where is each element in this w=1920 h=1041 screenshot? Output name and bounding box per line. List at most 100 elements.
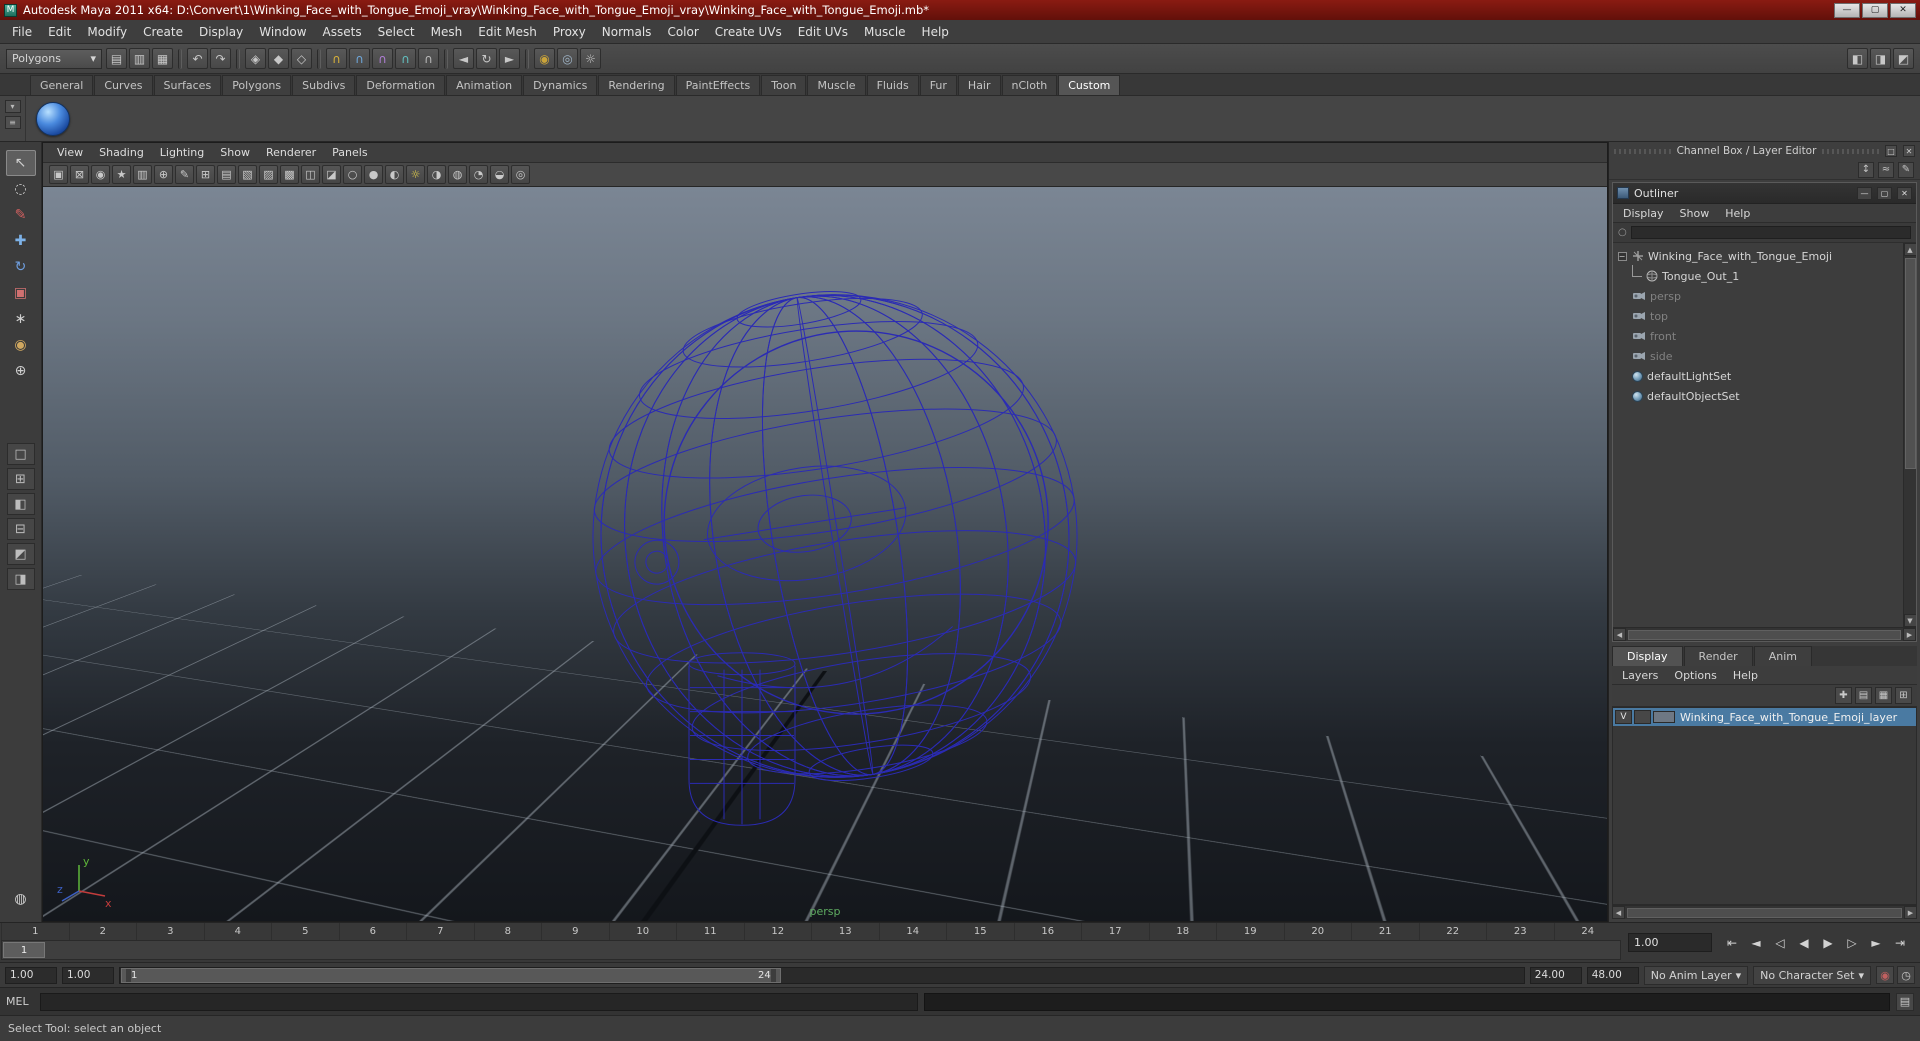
frame-tick[interactable]: 22 [1419,923,1487,940]
layer-visibility-toggle[interactable]: V [1615,710,1632,724]
hypershade-layout-button[interactable]: ◩ [7,543,35,565]
lock-camera-icon[interactable]: ⊠ [70,165,89,184]
play-forward-button[interactable]: ▶ [1818,933,1838,953]
shelf-tab[interactable]: Subdivs [292,75,355,95]
shadows-icon[interactable]: ◑ [427,165,446,184]
animation-start-field[interactable]: 1.00 [5,967,57,984]
redo-icon[interactable]: ↷ [210,48,231,69]
shelf-tab[interactable]: Custom [1058,75,1120,95]
open-scene-icon[interactable]: ▥ [129,48,150,69]
range-slider-bar[interactable]: 1 24 [121,968,781,983]
menu-item[interactable]: Create [135,21,191,43]
menu-item[interactable]: Color [659,21,706,43]
show-manipulator-tool[interactable]: ⊕ [6,358,36,384]
maximize-button[interactable]: ▢ [1862,3,1888,18]
panel-menu-item[interactable]: View [49,143,91,162]
scroll-right-icon[interactable]: ▶ [1904,906,1917,919]
minimize-button[interactable]: — [1834,3,1860,18]
menu-item[interactable]: Window [251,21,314,43]
shelf-tab[interactable]: Toon [761,75,806,95]
new-layer-assign-icon[interactable]: ⊞ [1895,687,1912,704]
frame-tick[interactable]: 15 [946,923,1014,940]
outliner-item[interactable]: defaultObjectSet [1616,386,1901,406]
layer-editor-menu-item[interactable]: Layers [1614,667,1666,684]
frame-tick[interactable]: 10 [609,923,677,940]
outliner-item[interactable]: top [1616,306,1901,326]
status-icon[interactable] [444,49,448,69]
wireframe-display-icon[interactable]: ○ [343,165,362,184]
frame-tick[interactable]: 17 [1081,923,1149,940]
persp-outliner-layout-button[interactable]: ◧ [7,493,35,515]
image-plane-icon[interactable]: ▥ [133,165,152,184]
scroll-down-icon[interactable]: ▼ [1904,614,1917,627]
shelf-tab[interactable]: Fur [920,75,957,95]
shelf-tab[interactable]: Fluids [867,75,919,95]
menu-item[interactable]: Mesh [423,21,471,43]
playback-end-field[interactable]: 24.00 [1530,967,1582,984]
animation-preferences-icon[interactable]: ◷ [1897,966,1915,984]
shaded-display-icon[interactable]: ● [364,165,383,184]
scale-tool[interactable]: ▣ [6,280,36,306]
new-scene-icon[interactable]: ▤ [106,48,127,69]
dock-icon[interactable]: □ [1885,145,1897,157]
frame-tick[interactable]: 1 [1,923,69,940]
frame-tick[interactable]: 18 [1149,923,1217,940]
scrollbar-thumb[interactable] [1905,258,1916,469]
undo-icon[interactable]: ↶ [187,48,208,69]
scroll-up-icon[interactable]: ▲ [1904,243,1917,256]
playback-start-field[interactable]: 1.00 [62,967,114,984]
title-bar[interactable]: M Autodesk Maya 2011 x64: D:\Convert\1\W… [0,0,1920,20]
frame-tick[interactable]: 13 [811,923,879,940]
shelf-menu-icon[interactable]: ≡ [5,116,21,129]
frame-tick[interactable]: 9 [541,923,609,940]
outliner-menu-item[interactable]: Help [1717,205,1758,222]
auto-keyframe-icon[interactable]: ◉ [1876,966,1894,984]
new-layer-from-selected-icon[interactable]: ▦ [1875,687,1892,704]
textured-display-icon[interactable]: ◐ [385,165,404,184]
select-hierarchy-icon[interactable]: ◈ [245,48,266,69]
select-component-icon[interactable]: ◇ [291,48,312,69]
frame-tick[interactable]: 21 [1351,923,1419,940]
safe-title-icon[interactable]: ◪ [322,165,341,184]
safe-action-icon[interactable]: ◫ [301,165,320,184]
outliner-title-bar[interactable]: Outliner — ▢ ✕ [1613,183,1916,204]
render-settings-icon[interactable]: ☼ [580,48,601,69]
single-pane-layout-button[interactable]: □ [7,443,35,465]
channel-edit-icon[interactable]: ✎ [1898,162,1914,178]
shelf-tab[interactable]: Curves [94,75,152,95]
isolate-select-icon[interactable]: ◎ [511,165,530,184]
shelf-tab[interactable]: Dynamics [523,75,597,95]
collapse-toggle[interactable]: − [1618,252,1627,261]
grid-toggle-icon[interactable]: ⊞ [196,165,215,184]
shelf-tab[interactable]: Surfaces [154,75,222,95]
panel-menu-item[interactable]: Shading [91,143,152,162]
panel-menu-item[interactable]: Show [212,143,258,162]
command-line-label[interactable]: MEL [6,995,34,1008]
shelf-tab[interactable]: nCloth [1002,75,1058,95]
shelf-tab[interactable]: Polygons [222,75,291,95]
frame-tick[interactable]: 20 [1284,923,1352,940]
frame-tick[interactable]: 24 [1554,923,1622,940]
range-slider-track[interactable]: 1 24 [119,967,1525,984]
rotate-tool[interactable]: ↻ [6,254,36,280]
paint-select-tool[interactable]: ✎ [6,202,36,228]
scrollbar-thumb[interactable] [1628,630,1901,640]
layer-horizontal-scrollbar[interactable]: ◀ ▶ [1612,905,1917,919]
drag-grip[interactable] [1822,149,1879,154]
layer-editor-menu-item[interactable]: Help [1725,667,1766,684]
shelf-tab[interactable]: General [30,75,93,95]
save-scene-icon[interactable]: ▦ [152,48,173,69]
motion-blur-icon[interactable]: ◔ [469,165,488,184]
step-back-frame-button[interactable]: ◄ [1746,933,1766,953]
scroll-left-icon[interactable]: ◀ [1613,628,1626,641]
status-icon[interactable] [236,49,240,69]
outliner-maximize-button[interactable]: ▢ [1877,187,1892,200]
outliner-item[interactable]: − Winking_Face_with_Tongue_Emoji [1616,246,1901,266]
camera-attributes-icon[interactable]: ◉ [91,165,110,184]
menu-item[interactable]: Select [370,21,423,43]
current-time-field[interactable]: 1.00 [1628,933,1712,952]
viewport[interactable]: y x z persp [43,187,1607,921]
ipr-render-icon[interactable]: ◎ [557,48,578,69]
frame-tick[interactable]: 2 [69,923,137,940]
toggle-attribute-editor-icon[interactable]: ◨ [1870,48,1891,69]
